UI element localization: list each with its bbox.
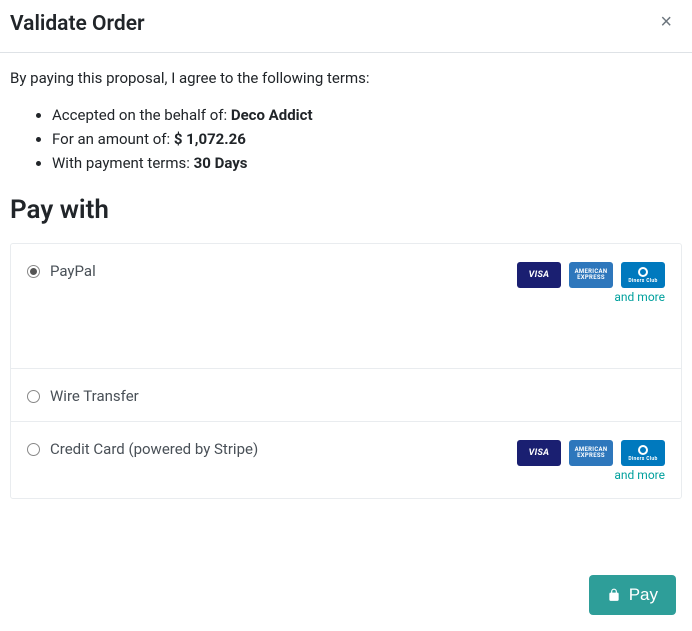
term-amount-label: For an amount of: <box>52 130 174 148</box>
lock-icon <box>607 588 621 602</box>
term-behalf-label: Accepted on the behalf of: <box>52 106 231 124</box>
amex-icon: AMERICAN EXPRESS <box>569 440 613 466</box>
modal-title: Validate Order <box>10 12 145 36</box>
term-behalf: Accepted on the behalf of: Deco Addict <box>52 103 682 127</box>
term-behalf-value: Deco Addict <box>231 106 313 124</box>
payment-option-label: PayPal <box>50 262 96 280</box>
term-amount-value: $ 1,072.26 <box>174 130 246 148</box>
term-payment-terms-value: 30 Days <box>194 154 248 172</box>
terms-list: Accepted on the behalf of: Deco Addict F… <box>10 103 682 175</box>
visa-icon: VISA <box>517 262 561 288</box>
diners-icon: Diners Club <box>621 440 665 466</box>
and-more-link[interactable]: and more <box>614 468 665 482</box>
payment-option-label: Credit Card (powered by Stripe) <box>50 440 258 458</box>
close-button[interactable]: × <box>656 12 676 32</box>
card-icons-group: VISA AMERICAN EXPRESS Diners Club and mo… <box>517 262 665 304</box>
intro-text: By paying this proposal, I agree to the … <box>10 69 682 87</box>
amex-icon: AMERICAN EXPRESS <box>569 262 613 288</box>
payment-option-label: Wire Transfer <box>50 387 139 405</box>
pay-button[interactable]: Pay <box>589 575 676 615</box>
and-more-link[interactable]: and more <box>614 290 665 304</box>
close-icon: × <box>660 11 672 33</box>
term-amount: For an amount of: $ 1,072.26 <box>52 127 682 151</box>
radio-stripe[interactable] <box>27 443 40 456</box>
payment-option-stripe[interactable]: Credit Card (powered by Stripe) VISA AME… <box>11 422 681 498</box>
payment-option-wire[interactable]: Wire Transfer <box>11 369 681 422</box>
pay-button-label: Pay <box>629 585 658 605</box>
card-icons-group: VISA AMERICAN EXPRESS Diners Club and mo… <box>517 440 665 482</box>
pay-with-heading: Pay with <box>10 195 682 225</box>
term-payment-terms-label: With payment terms: <box>52 154 194 172</box>
diners-icon: Diners Club <box>621 262 665 288</box>
visa-icon: VISA <box>517 440 561 466</box>
payment-options-panel: PayPal VISA AMERICAN EXPRESS Diners Club… <box>10 243 682 499</box>
term-payment-terms: With payment terms: 30 Days <box>52 151 682 175</box>
radio-wire[interactable] <box>27 390 40 403</box>
payment-option-paypal[interactable]: PayPal VISA AMERICAN EXPRESS Diners Club… <box>11 244 681 369</box>
radio-paypal[interactable] <box>27 265 40 278</box>
